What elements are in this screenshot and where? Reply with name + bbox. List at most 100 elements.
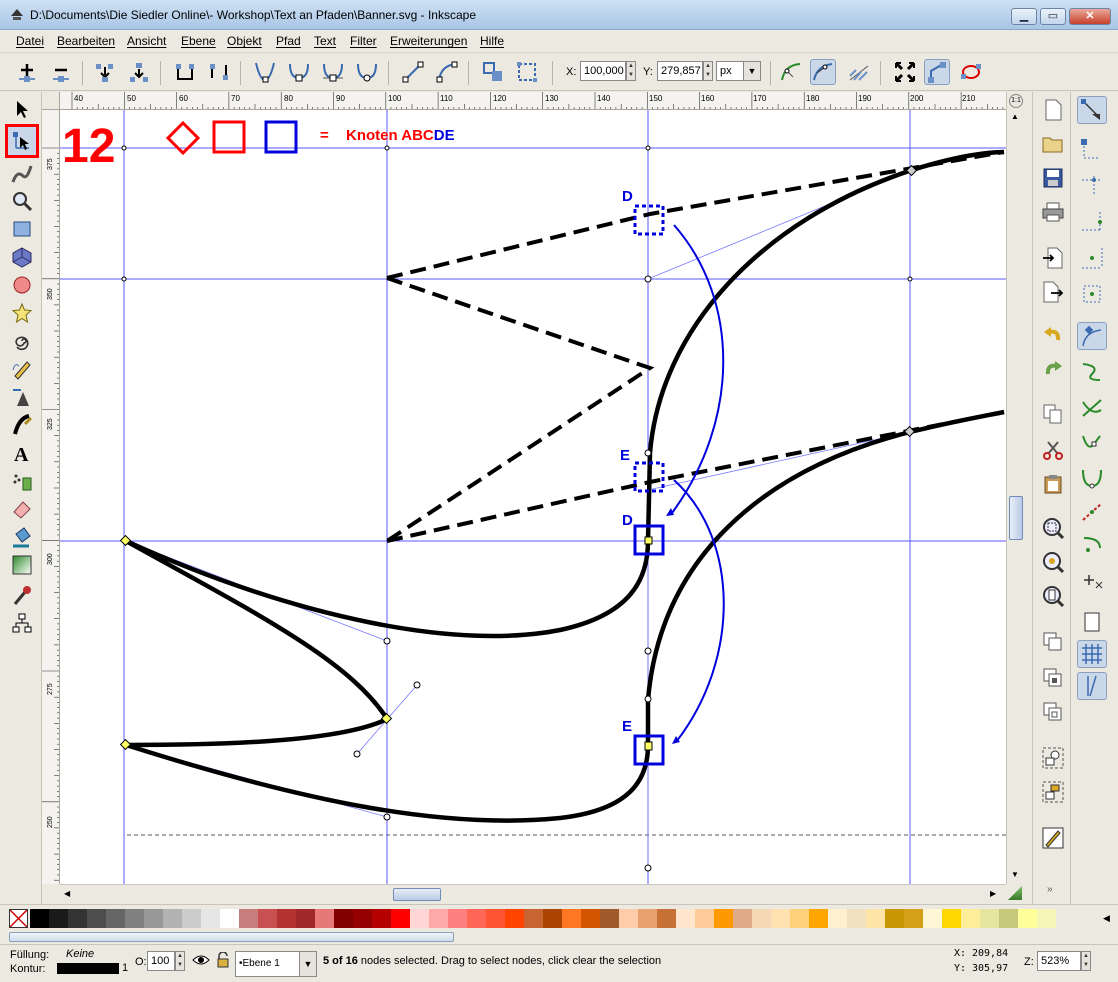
color-swatch[interactable] [486,909,505,928]
zoom-drawing-icon[interactable] [1041,550,1065,574]
color-swatch[interactable] [619,909,638,928]
color-swatch[interactable] [904,909,923,928]
color-swatch[interactable] [182,909,201,928]
node-symmetric-icon[interactable] [320,59,346,85]
color-swatch[interactable] [296,909,315,928]
no-paint-icon[interactable] [9,909,28,928]
horizontal-scrollbar[interactable]: ◀ ▶ [60,884,1006,904]
color-swatch[interactable] [315,909,334,928]
segment-curve-icon[interactable] [434,59,460,85]
spiral-tool-icon[interactable] [9,328,35,354]
color-swatch[interactable] [657,909,676,928]
export-icon[interactable] [1041,280,1065,304]
more-commands-icon[interactable]: » [1047,884,1053,895]
redo-icon[interactable] [1041,358,1065,382]
color-swatch[interactable] [467,909,486,928]
x-field[interactable]: 100,000 [580,61,626,81]
snap-enable-icon[interactable] [1077,96,1107,124]
zoom-selection-icon[interactable] [1041,516,1065,540]
fill-stroke-dialog-icon[interactable] [1041,826,1065,850]
node-smooth-icon[interactable] [286,59,312,85]
x-spin-icon[interactable]: ▲ ▼ [626,61,636,81]
color-swatch[interactable] [923,909,942,928]
color-swatch[interactable] [201,909,220,928]
zoom-page-icon[interactable] [1041,584,1065,608]
opacity-spin-icon[interactable]: ▲ ▼ [175,951,185,971]
color-swatch[interactable] [790,909,809,928]
color-swatch[interactable] [144,909,163,928]
snap-bbox-center-icon[interactable] [1077,280,1107,308]
snap-page-border-icon[interactable] [1077,608,1107,636]
color-swatch[interactable] [733,909,752,928]
scroll-up-icon[interactable]: ▲ [1011,112,1019,121]
color-swatch[interactable] [505,909,524,928]
save-icon[interactable] [1041,166,1065,190]
sticky-zoom-icon[interactable] [1008,886,1022,900]
color-swatch[interactable] [752,909,771,928]
snap-grids-icon[interactable] [1077,640,1107,668]
color-swatch[interactable] [961,909,980,928]
menu-hilfe[interactable]: Hilfe [480,34,504,48]
cut-icon[interactable] [1041,438,1065,462]
snap-bbox-corners-icon[interactable] [1077,208,1107,236]
open-folder-icon[interactable] [1041,132,1065,156]
palette-scrollbar[interactable] [0,930,1118,944]
maximize-button[interactable]: ▭ [1040,8,1066,25]
pen-tool-icon[interactable] [9,384,35,410]
layer-select[interactable]: •Ebene 1 ▼ [235,951,317,977]
drawing-canvas[interactable]: 12 = Knoten ABCDE D E D E [60,110,1006,884]
opacity-field[interactable]: 100 [147,951,175,971]
next-path-effect-icon[interactable] [778,59,804,85]
lock-icon[interactable] [216,951,230,971]
zoom-field[interactable]: 523% [1037,951,1081,971]
snap-nodes-icon[interactable] [1077,322,1107,350]
palette-scroll-thumb[interactable] [9,932,454,942]
color-swatch[interactable] [600,909,619,928]
color-swatch[interactable] [543,909,562,928]
new-document-icon[interactable] [1041,98,1065,122]
vertical-ruler[interactable]: 375 350 325 300 275 250 [42,110,60,884]
transform-handles-icon[interactable] [892,59,918,85]
calligraphy-tool-icon[interactable] [9,412,35,438]
stroke-to-path-icon[interactable] [514,59,540,85]
dropper-tool-icon[interactable] [9,582,35,608]
color-swatch[interactable] [1037,909,1056,928]
selector-tool-icon[interactable] [9,96,35,122]
color-swatch[interactable] [562,909,581,928]
import-icon[interactable] [1041,246,1065,270]
snap-cusp-nodes-icon[interactable] [1077,430,1107,458]
break-path-icon[interactable] [126,59,152,85]
color-swatch[interactable] [847,909,866,928]
color-swatch[interactable] [125,909,144,928]
menu-filter[interactable]: Filter [350,34,377,48]
tweak-tool-icon[interactable] [9,160,35,186]
close-button[interactable]: ✕ [1069,8,1111,25]
ungroup-icon[interactable] [1041,780,1065,804]
menu-bearbeiten[interactable]: Bearbeiten [57,34,115,48]
snap-guides-icon[interactable] [1077,672,1107,700]
menu-objekt[interactable]: Objekt [227,34,262,48]
color-swatch[interactable] [980,909,999,928]
insert-node-icon[interactable] [14,59,40,85]
unlink-clone-icon[interactable] [1041,700,1065,724]
snap-bbox-icon[interactable] [1077,136,1107,164]
menu-ebene[interactable]: Ebene [181,34,216,48]
eraser-tool-icon[interactable] [9,496,35,522]
node-auto-smooth-icon[interactable] [354,59,380,85]
edit-mask-icon[interactable] [958,59,984,85]
menu-datei[interactable]: Datei [16,34,44,48]
zoom-spin-icon[interactable]: ▲ ▼ [1081,951,1091,971]
gradient-tool-icon[interactable] [9,552,35,578]
node-cusp-icon[interactable] [252,59,278,85]
snap-path-intersections-icon[interactable] [1077,394,1107,422]
3d-box-tool-icon[interactable] [9,244,35,270]
scroll-down-icon[interactable]: ▼ [1011,870,1019,879]
color-swatch[interactable] [771,909,790,928]
color-swatch[interactable] [448,909,467,928]
copy-icon[interactable] [1041,402,1065,426]
color-swatch[interactable] [676,909,695,928]
visibility-eye-icon[interactable] [192,953,210,970]
scroll-left-icon[interactable]: ◀ [64,889,70,898]
snap-smooth-nodes-icon[interactable] [1077,464,1107,492]
color-swatch[interactable] [220,909,239,928]
